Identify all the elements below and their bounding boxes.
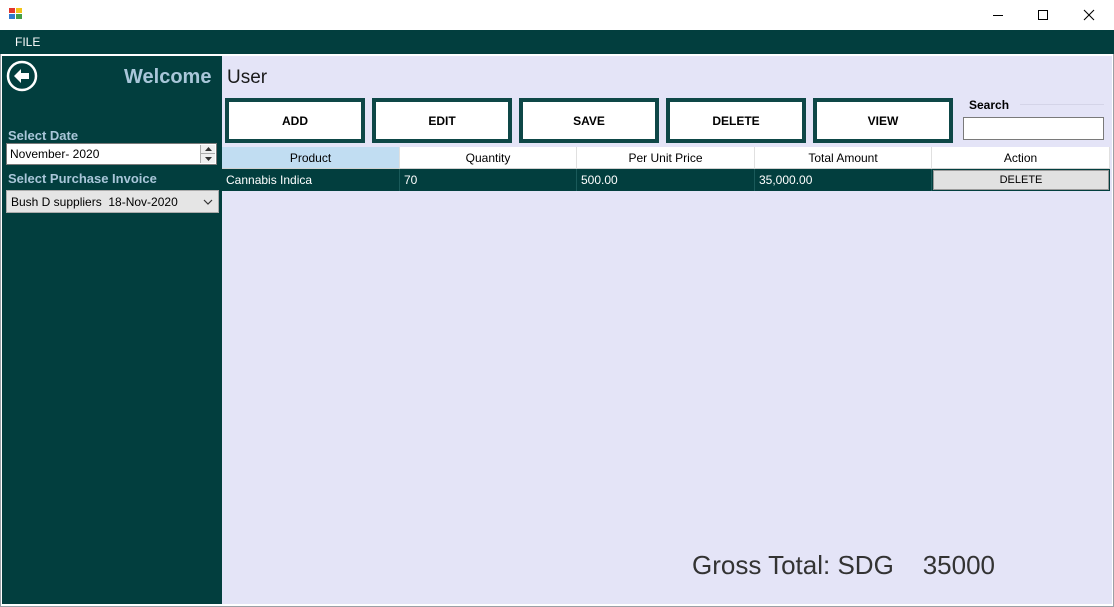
select-invoice-label: Select Purchase Invoice bbox=[8, 171, 157, 186]
cell-unit-price[interactable]: 500.00 bbox=[577, 169, 755, 191]
page-title: User bbox=[227, 67, 268, 88]
view-button[interactable]: VIEW bbox=[813, 98, 953, 143]
title-bar bbox=[0, 0, 1114, 30]
delete-button[interactable]: DELETE bbox=[666, 98, 806, 143]
cell-action: DELETE bbox=[932, 169, 1110, 191]
minimize-icon[interactable] bbox=[975, 0, 1021, 30]
back-arrow-circle-icon[interactable] bbox=[6, 60, 38, 92]
row-delete-button[interactable]: DELETE bbox=[933, 170, 1109, 190]
edit-button[interactable]: EDIT bbox=[372, 98, 512, 143]
date-spinner[interactable] bbox=[200, 145, 215, 163]
menu-bar: FILE bbox=[0, 30, 1114, 54]
main-panel: User ADD EDIT SAVE DELETE VIEW Search Pr… bbox=[222, 56, 1112, 604]
date-value: November- 2020 bbox=[10, 147, 100, 161]
menu-file[interactable]: FILE bbox=[8, 32, 47, 52]
column-header-quantity[interactable]: Quantity bbox=[400, 147, 577, 169]
date-picker[interactable]: November- 2020 bbox=[6, 143, 217, 165]
column-header-product[interactable]: Product bbox=[222, 147, 400, 169]
welcome-heading: Welcome bbox=[124, 66, 212, 88]
close-icon[interactable] bbox=[1066, 0, 1112, 30]
cell-product[interactable]: Cannabis Indica bbox=[222, 169, 400, 191]
app-icon bbox=[9, 8, 23, 20]
search-input[interactable] bbox=[963, 117, 1104, 140]
search-label: Search bbox=[969, 98, 1010, 112]
cell-total[interactable]: 35,000.00 bbox=[755, 169, 932, 191]
column-header-action: Action bbox=[932, 147, 1110, 169]
save-button[interactable]: SAVE bbox=[519, 98, 659, 143]
table-row[interactable]: Cannabis Indica 70 500.00 35,000.00 DELE… bbox=[222, 169, 1110, 191]
table-header: Product Quantity Per Unit Price Total Am… bbox=[222, 147, 1110, 169]
sidebar: Welcome Select Date November- 2020 Selec… bbox=[2, 56, 222, 604]
select-date-label: Select Date bbox=[8, 128, 79, 143]
gross-total-label: Gross Total: SDG bbox=[692, 550, 894, 580]
chevron-down-icon bbox=[202, 195, 214, 209]
gross-total: Gross Total: SDG 35000 bbox=[692, 550, 995, 581]
spin-up-icon[interactable] bbox=[201, 145, 215, 154]
invoice-dropdown[interactable]: Bush D suppliers 18-Nov-2020 bbox=[6, 190, 219, 213]
gross-total-value: 35000 bbox=[922, 550, 996, 580]
column-header-total[interactable]: Total Amount bbox=[755, 147, 932, 169]
maximize-icon[interactable] bbox=[1020, 0, 1066, 30]
spin-down-icon[interactable] bbox=[201, 154, 215, 163]
column-header-unit-price[interactable]: Per Unit Price bbox=[577, 147, 755, 169]
search-divider bbox=[1020, 104, 1104, 105]
invoice-value: Bush D suppliers 18-Nov-2020 bbox=[11, 195, 178, 209]
cell-quantity[interactable]: 70 bbox=[400, 169, 577, 191]
add-button[interactable]: ADD bbox=[225, 98, 365, 143]
